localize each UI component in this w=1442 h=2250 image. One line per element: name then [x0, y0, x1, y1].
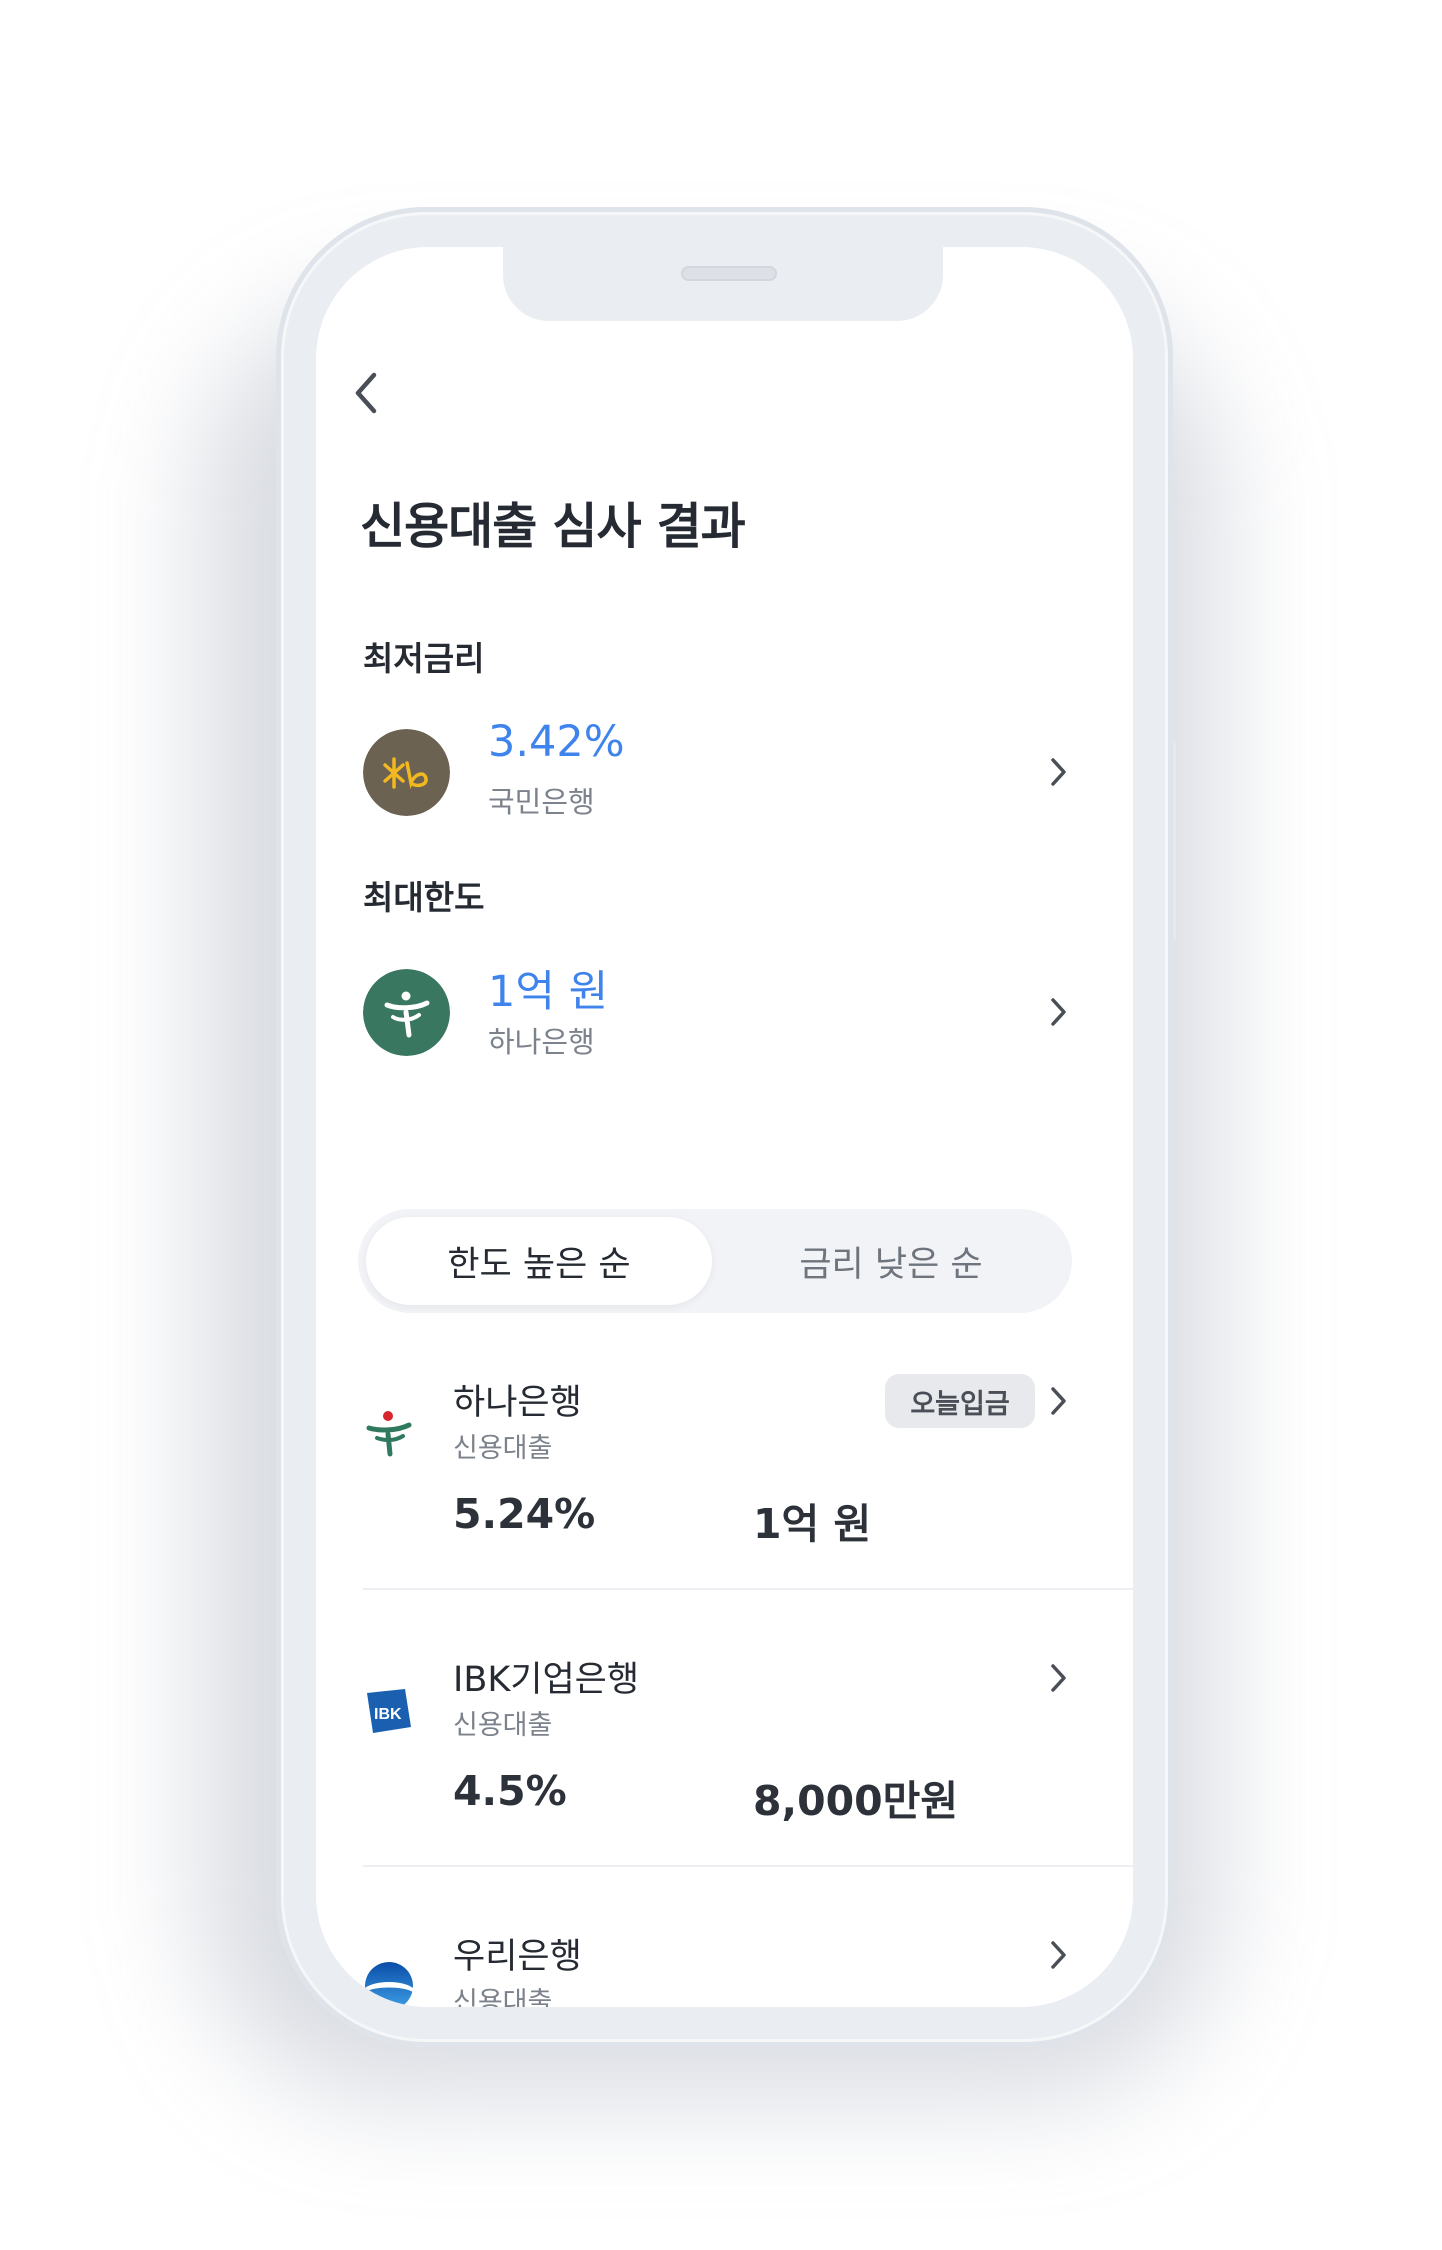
loan-rate: 4.5% — [453, 1767, 567, 1815]
phone-frame: 신용대출 심사 결과 최저금리 3.42% 국민은행 최대한도 1억 원 하나은… — [276, 207, 1173, 2047]
lowest-rate-bank: 국민은행 — [488, 785, 595, 819]
list-item[interactable]: 우리은행 신용대출 — [316, 1928, 1133, 2007]
loan-limit: 1억 원 — [753, 1500, 872, 1548]
loan-type: 신용대출 — [453, 1433, 553, 1464]
speaker-grille — [681, 266, 777, 281]
divider — [363, 1588, 1133, 1590]
svg-text:IBK: IBK — [374, 1706, 402, 1723]
max-limit-bank: 하나은행 — [488, 1025, 595, 1059]
sort-toggle: 한도 높은 순 금리 낮은 순 — [358, 1209, 1072, 1313]
hana-bank-logo — [363, 969, 450, 1056]
list-item[interactable]: 하나은행 신용대출 오늘입금 5.24% 1억 원 — [316, 1374, 1133, 1574]
chevron-left-icon[interactable] — [348, 367, 384, 419]
hana-bank-logo — [366, 1411, 412, 1457]
tab-limit-high[interactable]: 한도 높은 순 — [366, 1217, 712, 1305]
stage: 신용대출 심사 결과 최저금리 3.42% 국민은행 최대한도 1억 원 하나은… — [0, 0, 1442, 2250]
app-screen: 신용대출 심사 결과 최저금리 3.42% 국민은행 최대한도 1억 원 하나은… — [316, 247, 1133, 2007]
chevron-right-icon — [1051, 998, 1066, 1026]
lowest-rate-label: 최저금리 — [363, 639, 485, 678]
loan-limit: 8,000만원 — [753, 1777, 959, 1825]
woori-bank-logo — [365, 1962, 413, 2007]
lowest-rate-row[interactable]: 3.42% 국민은행 — [316, 717, 1133, 827]
loan-rate: 5.24% — [453, 1490, 596, 1538]
bank-name: 우리은행 — [453, 1937, 582, 1977]
list-item[interactable]: IBK IBK기업은행 신용대출 4.5% 8,000만원 — [316, 1651, 1133, 1851]
bank-name: 하나은행 — [453, 1383, 582, 1423]
bank-name: IBK기업은행 — [453, 1660, 640, 1700]
lowest-rate-value: 3.42% — [488, 717, 625, 767]
divider — [363, 1865, 1133, 1867]
page-title: 신용대출 심사 결과 — [360, 498, 746, 555]
max-limit-row[interactable]: 1억 원 하나은행 — [316, 957, 1133, 1067]
chevron-right-icon — [1051, 1387, 1066, 1415]
loan-type: 신용대출 — [453, 1710, 553, 1741]
notch — [503, 247, 943, 321]
chevron-right-icon — [1051, 758, 1066, 786]
ibk-bank-logo: IBK — [367, 1689, 411, 1733]
chevron-right-icon — [1051, 1664, 1066, 1692]
kb-bank-logo — [363, 729, 450, 816]
same-day-deposit-badge: 오늘입금 — [885, 1374, 1035, 1428]
loan-type: 신용대출 — [453, 1987, 553, 2007]
chevron-right-icon — [1051, 1941, 1066, 1969]
tab-rate-low[interactable]: 금리 낮은 순 — [718, 1217, 1064, 1305]
max-limit-label: 최대한도 — [363, 878, 485, 917]
max-limit-value: 1억 원 — [488, 967, 609, 1017]
